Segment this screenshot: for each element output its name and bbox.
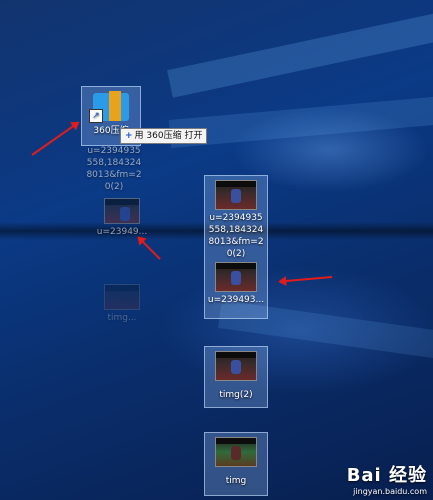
light-ray: [167, 7, 433, 98]
baidu-jingyan-watermark: Bai 经验 jingyan.baidu.com: [347, 461, 427, 496]
image-thumbnail: [215, 437, 257, 467]
desktop-icon-timg[interactable]: timg: [204, 432, 268, 496]
annotation-arrow: [31, 122, 79, 156]
tooltip-text: 用 360压缩 打开: [134, 131, 203, 141]
image-thumbnail: [215, 351, 257, 381]
desktop-icon-label: timg...: [107, 313, 137, 323]
image-thumbnail: [104, 284, 140, 310]
desktop-background: ↗ 360压缩 u=2394935 558,184324 8013&fm=2 0…: [0, 0, 433, 500]
plus-icon: +: [125, 131, 133, 141]
annotation-arrow: [280, 276, 333, 283]
desktop-icon-label: timg(2): [219, 390, 253, 400]
image-thumbnail: [215, 180, 257, 210]
desktop-icon-timg-ghost[interactable]: timg...: [92, 280, 152, 324]
drag-open-with-tooltip: + 用 360压缩 打开: [120, 128, 208, 144]
desktop-icon-label: timg: [225, 476, 247, 486]
desktop-icon-file-ghost[interactable]: u=23949...: [92, 194, 152, 238]
annotation-arrow: [138, 237, 161, 260]
label-line: 558,184324: [86, 158, 142, 168]
shortcut-arrow-icon: ↗: [89, 109, 103, 123]
label-line: u=2394935: [87, 146, 141, 156]
desktop-icon-label: u=239493...: [207, 295, 265, 305]
label-line: 0(2): [226, 249, 246, 259]
desktop-icon-file-selected[interactable]: u=2394935 558,184324 8013&fm=2 0(2) u=23…: [204, 175, 268, 319]
label-line: 8013&fm=2: [86, 170, 142, 180]
desktop-icon-timg2[interactable]: timg(2): [204, 346, 268, 408]
image-thumbnail: [104, 198, 140, 224]
label-line: 0(2): [104, 182, 124, 192]
label-line: 8013&fm=2: [208, 237, 264, 247]
watermark-logo: Bai 经验: [346, 465, 427, 486]
dragged-file-ghost-label: u=2394935 558,184324 8013&fm=2 0(2): [84, 145, 144, 193]
label-line: 558,184324: [208, 225, 264, 235]
light-ray: [168, 93, 433, 148]
360zip-icon: ↗: [89, 89, 133, 123]
label-line: u=2394935: [209, 213, 263, 223]
image-thumbnail: [215, 262, 257, 292]
watermark-url: jingyan.baidu.com: [353, 487, 427, 496]
